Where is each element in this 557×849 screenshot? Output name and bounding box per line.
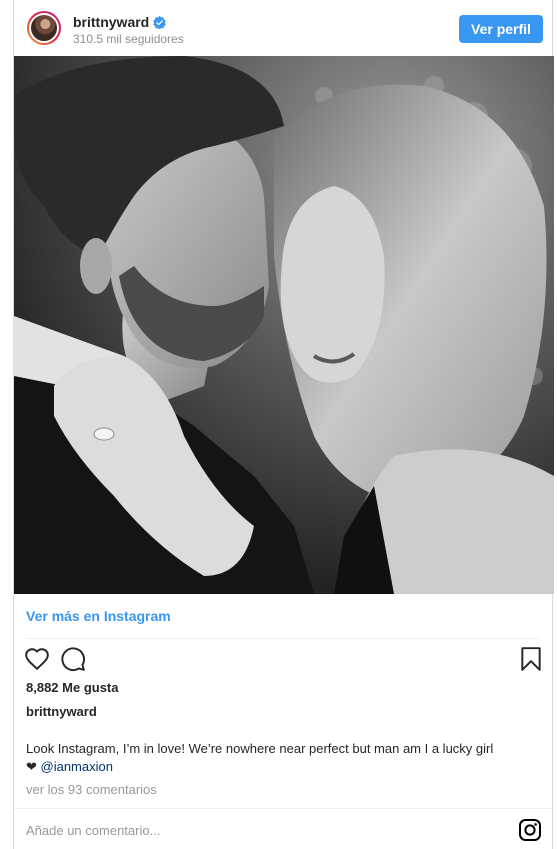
avatar[interactable] — [27, 11, 61, 45]
follower-count: 310.5 mil seguidores — [73, 32, 184, 46]
instagram-embed-card: brittnyward 310.5 mil seguidores Ver per… — [13, 0, 554, 849]
divider — [14, 808, 552, 809]
instagram-icon[interactable] — [518, 818, 542, 842]
verified-icon — [153, 15, 166, 29]
caption: Look Instagram, I’m in love! We’re nowhe… — [26, 740, 546, 776]
view-comments-link[interactable]: ver los 93 comentarios — [26, 782, 157, 797]
username[interactable]: brittnyward — [73, 14, 149, 30]
action-bar — [14, 644, 554, 674]
caption-username[interactable]: brittnyward — [26, 704, 97, 719]
caption-mention-link[interactable]: @ianmaxion — [41, 759, 113, 774]
photo-image — [14, 56, 554, 594]
divider — [26, 638, 540, 639]
avatar-image — [29, 13, 59, 43]
caption-text: Look Instagram, I’m in love! We’re nowhe… — [26, 741, 494, 756]
heart-icon[interactable] — [24, 646, 50, 672]
view-more-on-instagram-link[interactable]: Ver más en Instagram — [26, 608, 171, 624]
comment-icon[interactable] — [60, 646, 86, 672]
post-photo[interactable] — [14, 56, 554, 594]
caption-emoji: ❤ — [26, 759, 41, 774]
add-comment-input[interactable] — [26, 818, 486, 842]
username-row[interactable]: brittnyward — [73, 14, 166, 30]
post-header: brittnyward 310.5 mil seguidores Ver per… — [14, 0, 554, 56]
bookmark-icon[interactable] — [518, 646, 544, 672]
like-count[interactable]: 8,882 Me gusta — [26, 680, 119, 695]
view-profile-button[interactable]: Ver perfil — [459, 15, 543, 43]
